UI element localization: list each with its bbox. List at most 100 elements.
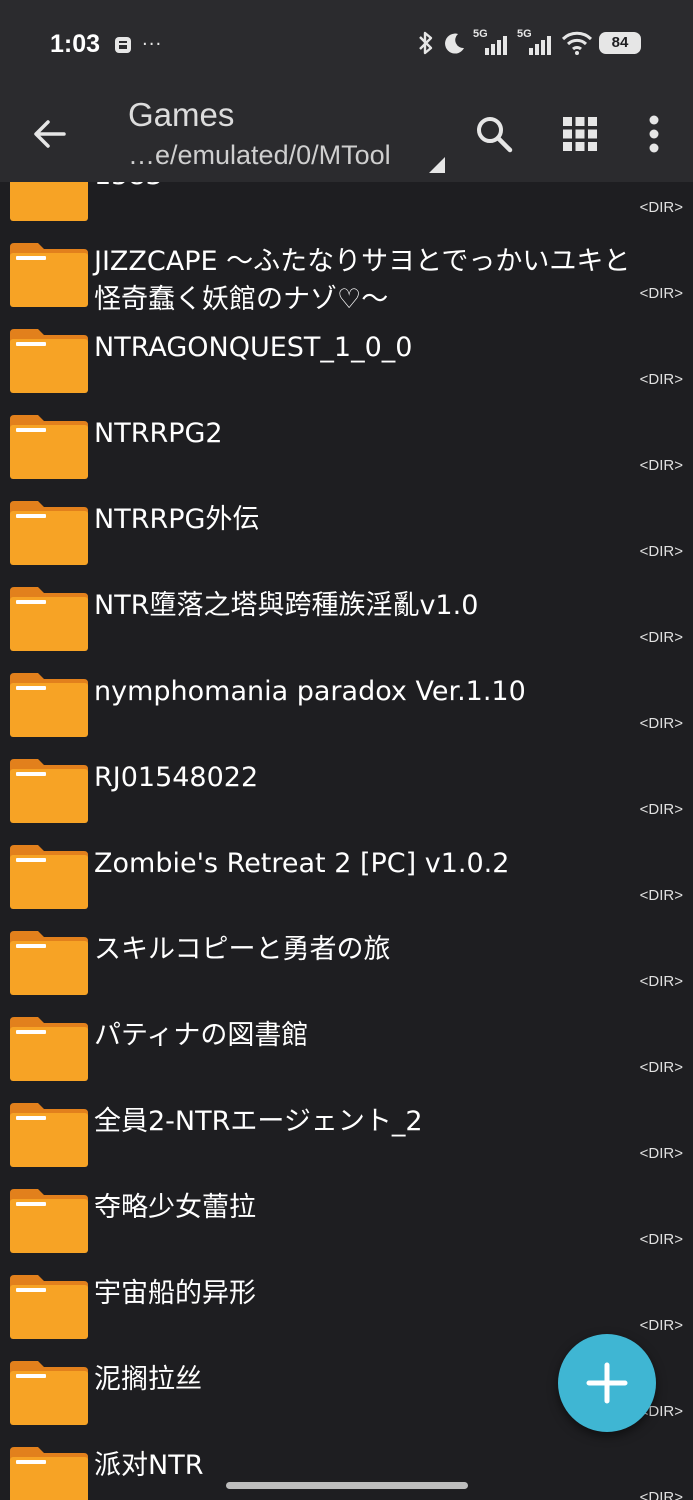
file-name: パティナの図書館 (94, 1020, 309, 1051)
folder-icon (10, 845, 88, 909)
file-row[interactable]: NTRAGONQUEST_1_0_0 <DIR> (0, 317, 693, 403)
folder-label-line (16, 342, 46, 346)
file-name: スキルコピーと勇者の旅 (94, 934, 391, 965)
folder-icon (10, 1447, 88, 1500)
dir-label: <DIR> (639, 629, 683, 646)
arrow-back-icon (34, 120, 66, 148)
dir-label: <DIR> (639, 715, 683, 732)
dir-label: <DIR> (639, 457, 683, 474)
wifi-icon (561, 31, 593, 55)
folder-label-line (16, 428, 46, 432)
folder-label-line (16, 1374, 46, 1378)
folder-body-shape (10, 941, 88, 995)
file-row[interactable]: NTRRPG外伝 <DIR> (0, 489, 693, 575)
file-row[interactable]: パティナの図書館 <DIR> (0, 1005, 693, 1091)
folder-label-line (16, 686, 46, 690)
file-row[interactable]: NTRRPG2 <DIR> (0, 403, 693, 489)
dir-label: <DIR> (639, 887, 683, 904)
file-row[interactable]: JIZZCAPE ～ふたなりサヨとでっかいユキと怪奇蠢く妖館のナゾ♡～ <DIR> (0, 231, 693, 317)
dir-label: <DIR> (639, 1317, 683, 1334)
file-row[interactable]: 夺略少女蕾拉 <DIR> (0, 1177, 693, 1263)
folder-label-line (16, 858, 46, 862)
file-name: NTR墮落之塔與跨種族淫亂v1.0 (94, 590, 479, 621)
bluetooth-icon (419, 31, 433, 55)
folder-label-line (16, 1202, 46, 1206)
dir-label: <DIR> (639, 1231, 683, 1248)
folder-icon (10, 329, 88, 393)
folder-body-shape (10, 1371, 88, 1425)
file-row[interactable]: Zombie's Retreat 2 [PC] v1.0.2 <DIR> (0, 833, 693, 919)
file-manager-screen: 1:03 ··· 5G 5G 84 Games …e/emulated/0/MT… (0, 0, 693, 1500)
file-list[interactable]: 1583<DIR>JIZZCAPE ～ふたなりサヨとでっかいユキと怪奇蠢く妖館の… (0, 182, 693, 1500)
signal-5g-icon-1: 5G (473, 28, 511, 56)
file-list-items: 1583<DIR>JIZZCAPE ～ふたなりサヨとでっかいユキと怪奇蠢く妖館の… (0, 182, 693, 1500)
folder-label-line (16, 256, 46, 260)
folder-body-shape (10, 1199, 88, 1253)
toolbar-path[interactable]: …e/emulated/0/MTool (128, 140, 391, 171)
folder-icon (10, 501, 88, 565)
gesture-navigation-bar[interactable] (226, 1482, 468, 1489)
path-dropdown-triangle-icon[interactable] (428, 156, 446, 174)
folder-label-line (16, 1116, 46, 1120)
folder-icon (10, 1103, 88, 1167)
toolbar-title: Games (128, 96, 235, 133)
folder-body-shape (10, 855, 88, 909)
file-row[interactable]: RJ01548022 <DIR> (0, 747, 693, 833)
add-fab-button[interactable] (558, 1334, 656, 1432)
file-name: 泥搁拉丝 (94, 1364, 202, 1395)
search-button[interactable] (470, 110, 518, 158)
more-vert-icon (649, 115, 659, 153)
status-bar: 1:03 ··· 5G 5G 84 (0, 0, 693, 90)
folder-body-shape (10, 339, 88, 393)
folder-body-shape (10, 597, 88, 651)
folder-label-line (16, 1030, 46, 1034)
folder-label-line (16, 772, 46, 776)
file-row[interactable]: nymphomania paradox Ver.1.10 <DIR> (0, 661, 693, 747)
folder-icon (10, 1017, 88, 1081)
status-time: 1:03 (50, 30, 101, 58)
status-right-icons: 5G 5G 84 (415, 28, 641, 56)
folder-label-line (16, 600, 46, 604)
folder-icon (10, 182, 88, 221)
more-options-button[interactable] (630, 110, 678, 158)
file-name: Zombie's Retreat 2 [PC] v1.0.2 (94, 848, 510, 879)
folder-icon (10, 759, 88, 823)
more-notifications-dots: ··· (142, 34, 163, 55)
folder-label-line (16, 514, 46, 518)
folder-icon (10, 1361, 88, 1425)
folder-icon (10, 931, 88, 995)
folder-icon (10, 673, 88, 737)
folder-body-shape (10, 1113, 88, 1167)
folder-label-line (16, 944, 46, 948)
folder-body-shape (10, 683, 88, 737)
folder-body-shape (10, 1027, 88, 1081)
signal-5g-icon-2: 5G (517, 28, 555, 56)
folder-body-shape (10, 182, 88, 221)
folder-icon (10, 415, 88, 479)
folder-body-shape (10, 425, 88, 479)
grid-view-button[interactable] (556, 110, 604, 158)
file-name: 全員2-NTRエージェント_2 (94, 1106, 423, 1137)
notification-app-icon (115, 36, 131, 53)
folder-icon (10, 1189, 88, 1253)
folder-label-line (16, 1288, 46, 1292)
status-left-icons: ··· (114, 34, 162, 55)
dir-label: <DIR> (639, 543, 683, 560)
back-button[interactable] (28, 112, 72, 156)
folder-body-shape (10, 253, 88, 307)
file-name: NTRRPG外伝 (94, 504, 260, 535)
file-name: JIZZCAPE ～ふたなりサヨとでっかいユキと怪奇蠢く妖館のナゾ♡～ (94, 246, 631, 315)
file-row[interactable]: スキルコピーと勇者の旅 <DIR> (0, 919, 693, 1005)
dir-label: <DIR> (639, 1489, 683, 1500)
file-row[interactable]: NTR墮落之塔與跨種族淫亂v1.0 <DIR> (0, 575, 693, 661)
folder-icon (10, 243, 88, 307)
file-name: NTRAGONQUEST_1_0_0 (94, 332, 413, 363)
file-name: 夺略少女蕾拉 (94, 1192, 256, 1223)
file-row[interactable]: 1583 <DIR> (0, 182, 693, 231)
file-name: nymphomania paradox Ver.1.10 (94, 676, 526, 707)
dir-label: <DIR> (639, 371, 683, 388)
file-row[interactable]: 全員2-NTRエージェント_2 <DIR> (0, 1091, 693, 1177)
dir-label: <DIR> (639, 285, 683, 302)
file-name: 宇宙船的异形 (94, 1278, 256, 1309)
file-row[interactable]: 派对NTR <DIR> (0, 1435, 693, 1500)
